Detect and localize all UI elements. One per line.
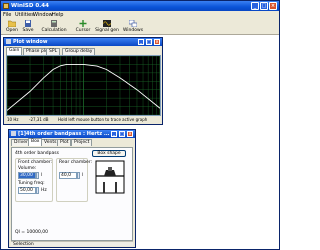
- rear-chamber-group: Rear chamber: 40,0 l: [56, 158, 92, 202]
- app-window: WinISD 0.44 _ □ × File Utilities Window …: [0, 0, 280, 250]
- gain-curve-point: [60, 65, 61, 67]
- rear-volume-unit: l: [82, 173, 84, 178]
- tab-plot[interactable]: Plot: [57, 139, 72, 146]
- calculator-icon: [51, 20, 57, 27]
- trace-hint: Hold left mouse button to trace active g…: [58, 117, 148, 122]
- windows-label: Windows: [122, 28, 144, 33]
- menu-help[interactable]: Help: [52, 12, 63, 18]
- gain-curve-point: [66, 64, 67, 65]
- gain-curve-point: [52, 69, 54, 70]
- box-window: [1]4th order bandpass : Hertz ... _ □ × …: [8, 129, 136, 248]
- calculation-label: Calculation: [41, 28, 67, 33]
- app-title: WinISD 0.44: [11, 3, 49, 9]
- front-volume-label: Volume:: [18, 166, 37, 171]
- menu-file[interactable]: File: [3, 12, 11, 18]
- plot-close-button[interactable]: ×: [154, 39, 160, 45]
- folder-open-icon: [8, 20, 16, 27]
- open-button[interactable]: Open: [5, 20, 19, 34]
- cursor-frequency: 10 Hz: [7, 117, 19, 122]
- gain-plot[interactable]: [6, 55, 161, 116]
- box-close-button[interactable]: ×: [127, 131, 133, 137]
- cursor-label: Cursor: [75, 28, 91, 33]
- gain-curve-point: [83, 64, 84, 65]
- plot-window: Plot window _ □ × Gain Phase plot SPL Gr…: [3, 37, 163, 125]
- save-button[interactable]: Save: [21, 20, 35, 34]
- box-panel: 4th order bandpass Front chamber: Volume…: [11, 147, 133, 241]
- gain-curve-point: [106, 69, 107, 70]
- signal-gen-label: Signal gen: [95, 28, 119, 33]
- gain-curve-point: [96, 65, 98, 67]
- maximize-button[interactable]: □: [260, 2, 268, 10]
- plot-window-title: Plot window: [13, 39, 48, 45]
- selection-label: Selection: [13, 242, 34, 247]
- gain-curve-point: [75, 64, 77, 65]
- save-label: Save: [22, 28, 34, 33]
- tuning-freq-spinner[interactable]: [36, 187, 39, 194]
- gain-plot-canvas: [6, 55, 161, 116]
- toolbar: Open Save Calculation Cursor Signal gen …: [1, 19, 279, 35]
- tuning-freq-label: Tuning freq:: [18, 181, 45, 186]
- tab-spl[interactable]: SPL: [46, 48, 61, 55]
- signal-gen-button[interactable]: Signal gen: [95, 20, 119, 34]
- cursor-gain: -27,31 dB: [29, 117, 49, 122]
- mdi-workspace: Plot window _ □ × Gain Phase plot SPL Gr…: [1, 36, 279, 249]
- gain-curve-point: [136, 89, 138, 91]
- front-volume-input[interactable]: 30,00: [18, 172, 36, 179]
- close-button[interactable]: ×: [269, 2, 277, 10]
- tab-gain[interactable]: Gain: [6, 47, 23, 55]
- box-window-title: [1]4th order bandpass : Hertz ...: [18, 131, 110, 137]
- bandpass-box-diagram: [95, 160, 125, 194]
- front-chamber-label: Front chamber:: [18, 160, 53, 165]
- box-shape-button[interactable]: Box shape: [92, 150, 126, 157]
- menu-window[interactable]: Window: [33, 12, 53, 18]
- windows-icon: [129, 20, 137, 27]
- calculation-button[interactable]: Calculation: [41, 20, 67, 34]
- front-volume-unit: l: [41, 173, 43, 178]
- plus-cursor-icon: [79, 20, 87, 27]
- minimize-button[interactable]: _: [251, 2, 259, 10]
- app-icon: [3, 3, 9, 9]
- qi-value: QI = 10000,00: [15, 230, 48, 235]
- box-window-title-bar[interactable]: [1]4th order bandpass : Hertz ... _ □ ×: [9, 130, 135, 138]
- box-maximize-button[interactable]: □: [119, 131, 125, 137]
- plot-window-icon: [6, 39, 11, 44]
- signal-generator-icon: [103, 20, 111, 27]
- cursor-button[interactable]: Cursor: [74, 20, 92, 34]
- plot-minimize-button[interactable]: _: [138, 39, 144, 45]
- plot-window-title-bar[interactable]: Plot window _ □ ×: [4, 38, 162, 46]
- open-label: Open: [5, 28, 19, 33]
- box-window-icon: [11, 131, 16, 136]
- box-status-strip: Selection: [11, 241, 133, 247]
- rear-chamber-label: Rear chamber:: [59, 160, 93, 165]
- menu-utilities[interactable]: Utilities: [15, 12, 34, 18]
- rear-volume-input[interactable]: 40,0: [59, 172, 77, 179]
- tuning-freq-input[interactable]: 50,00: [18, 187, 36, 194]
- title-bar: WinISD 0.44 _ □ ×: [1, 1, 279, 11]
- windows-button[interactable]: Windows: [121, 20, 145, 34]
- tab-project[interactable]: Project: [71, 139, 93, 146]
- rear-volume-spinner[interactable]: [77, 172, 80, 179]
- plot-status-bar: 10 Hz -27,31 dB Hold left mouse button t…: [6, 117, 161, 123]
- box-type-label: 4th order bandpass: [15, 151, 59, 156]
- tab-group-delay[interactable]: Group delay: [62, 48, 96, 55]
- menu-bar: File Utilities Window Help: [1, 11, 279, 19]
- box-minimize-button[interactable]: _: [111, 131, 117, 137]
- gain-curve-point: [43, 77, 44, 79]
- gain-curve-point: [29, 91, 31, 92]
- plot-maximize-button[interactable]: □: [146, 39, 152, 45]
- front-volume-spinner[interactable]: [36, 172, 39, 179]
- floppy-disk-icon: [25, 20, 31, 27]
- tuning-freq-unit: Hz: [41, 188, 47, 193]
- front-chamber-group: Front chamber: Volume: 30,00 l Tuning fr…: [15, 158, 53, 202]
- gain-curve-point: [119, 77, 121, 79]
